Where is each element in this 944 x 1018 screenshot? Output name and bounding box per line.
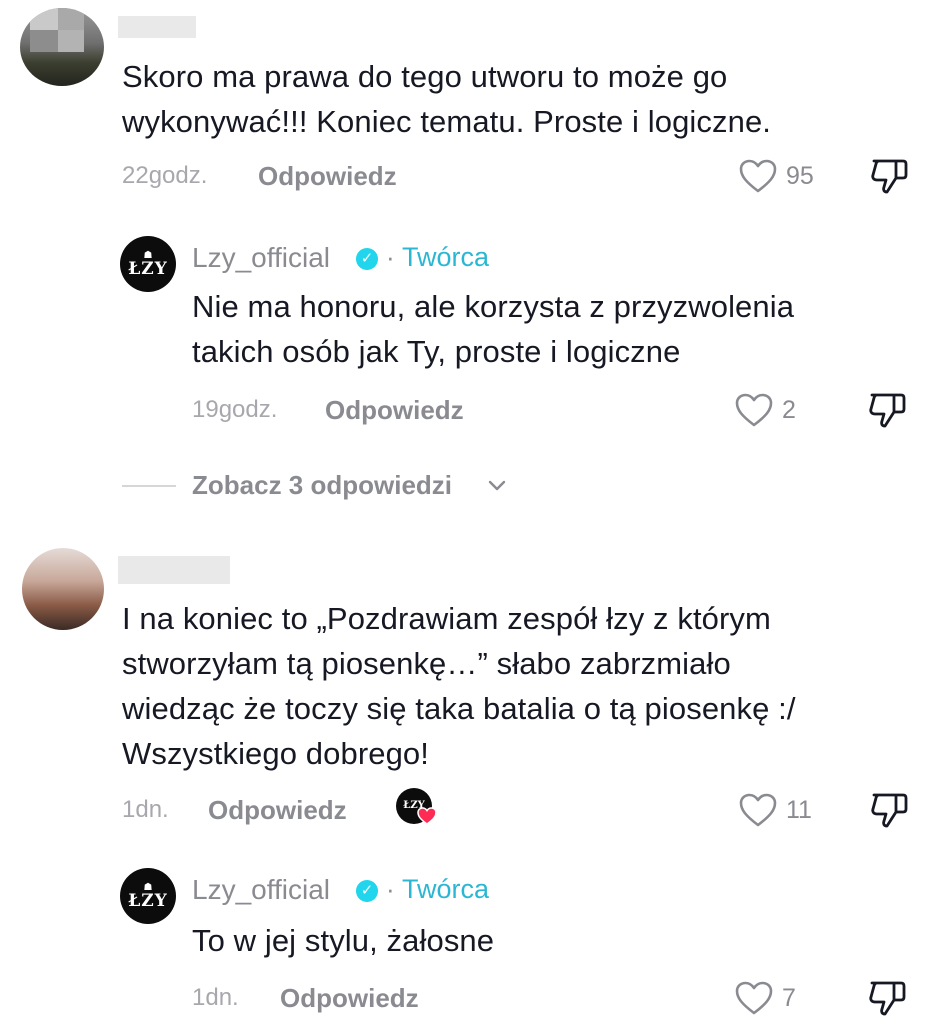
heart-outline-icon bbox=[735, 981, 773, 1015]
dislike-button[interactable] bbox=[868, 790, 910, 830]
like-count: 95 bbox=[786, 162, 814, 190]
liked-by-creator-icon: ŁZY bbox=[396, 788, 440, 828]
dislike-button[interactable] bbox=[868, 156, 910, 196]
dislike-button[interactable] bbox=[866, 390, 908, 430]
reply-button[interactable]: Odpowiedz bbox=[208, 795, 347, 826]
commenter-avatar[interactable] bbox=[22, 548, 104, 630]
like-count: 11 bbox=[786, 796, 812, 824]
dislike-icon bbox=[871, 793, 908, 828]
creator-logo-text: ŁZY bbox=[128, 890, 168, 911]
comment-text: I na koniec to „Pozdrawiam zespół łzy z … bbox=[122, 601, 796, 771]
separator: · bbox=[386, 874, 395, 904]
heart-outline-icon bbox=[735, 393, 773, 427]
like-button[interactable] bbox=[734, 980, 774, 1016]
dislike-icon bbox=[869, 393, 906, 428]
commenter-avatar[interactable] bbox=[20, 8, 104, 86]
reply-time: 1dn. bbox=[192, 984, 239, 1011]
creator-avatar[interactable]: ☗ ŁZY bbox=[120, 868, 176, 924]
creator-badge: Twórca bbox=[402, 242, 490, 272]
like-count: 2 bbox=[782, 396, 796, 424]
reply-text: To w jej stylu, żałosne bbox=[192, 923, 495, 958]
commenter-name-blurred[interactable] bbox=[118, 16, 196, 38]
reply-button[interactable]: Odpowiedz bbox=[280, 983, 419, 1014]
dislike-button[interactable] bbox=[866, 978, 908, 1018]
creator-username[interactable]: Lzy_official bbox=[192, 242, 330, 274]
comment-text: Skoro ma prawa do tego utworu to może go… bbox=[122, 59, 771, 139]
comment-time: 1dn. bbox=[122, 796, 169, 823]
creator-avatar[interactable]: ☗ ŁZY bbox=[120, 236, 176, 292]
reply-text: Nie ma honoru, ale korzysta z przyzwolen… bbox=[192, 289, 795, 369]
chevron-down-icon[interactable] bbox=[486, 476, 508, 494]
heart-outline-icon bbox=[739, 793, 777, 827]
creator-username[interactable]: Lzy_official bbox=[192, 874, 330, 906]
reply-button[interactable]: Odpowiedz bbox=[258, 161, 397, 192]
red-heart-icon bbox=[417, 807, 437, 825]
divider bbox=[122, 485, 176, 487]
comment-time: 22godz. bbox=[122, 162, 208, 189]
verified-check-icon: ✓ bbox=[356, 880, 378, 902]
view-replies-label[interactable]: Zobacz 3 odpowiedzi bbox=[192, 470, 452, 501]
dislike-icon bbox=[871, 159, 908, 194]
reply-button[interactable]: Odpowiedz bbox=[325, 395, 464, 426]
like-button[interactable] bbox=[738, 158, 778, 194]
creator-badge: Twórca bbox=[402, 874, 490, 904]
like-button[interactable] bbox=[738, 792, 778, 828]
heart-outline-icon bbox=[739, 159, 777, 193]
like-button[interactable] bbox=[734, 392, 774, 428]
commenter-name-blurred[interactable] bbox=[118, 556, 230, 584]
reply-time: 19godz. bbox=[192, 396, 278, 423]
verified-check-icon: ✓ bbox=[356, 248, 378, 270]
separator: · bbox=[386, 242, 395, 272]
creator-logo-text: ŁZY bbox=[128, 258, 168, 279]
like-count: 7 bbox=[782, 984, 796, 1012]
dislike-icon bbox=[869, 981, 906, 1016]
